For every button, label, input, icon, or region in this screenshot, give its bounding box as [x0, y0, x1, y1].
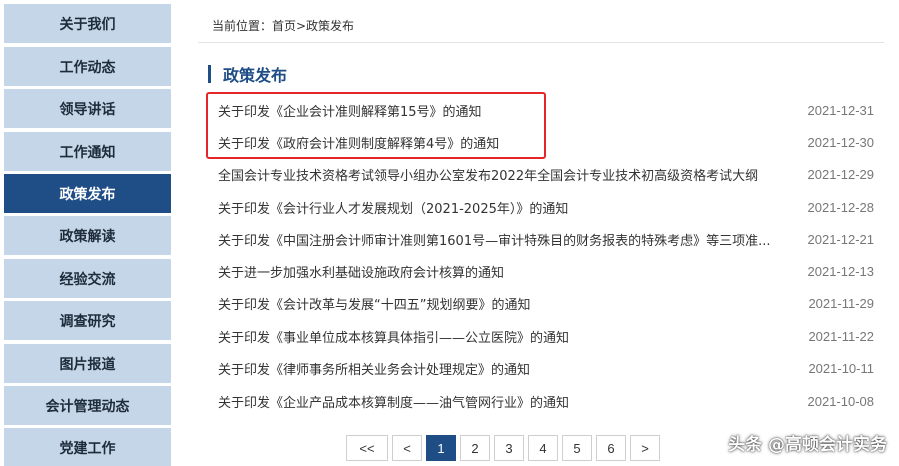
news-date: 2021-12-30: [807, 134, 875, 150]
news-title[interactable]: 关于印发《事业单位成本核算具体指引——公立医院》的通知: [218, 327, 788, 346]
news-title[interactable]: 关于印发《会计改革与发展“十四五”规划纲要》的通知: [218, 294, 788, 313]
page-button-2[interactable]: 2: [460, 435, 490, 461]
page-button-1[interactable]: 1: [426, 435, 456, 461]
list-item[interactable]: 关于印发《律师事务所相关业务会计处理规定》的通知 2021-10-11: [198, 352, 884, 384]
news-title[interactable]: 关于印发《企业产品成本核算制度——油气管网行业》的通知: [218, 392, 788, 411]
breadcrumb-divider: [198, 42, 884, 43]
news-date: 2021-12-31: [807, 102, 875, 118]
list-item[interactable]: 关于印发《会计行业人才发展规划（2021-2025年）》的通知 2021-12-…: [198, 191, 884, 223]
main-content: 当前位置：首页>政策发布 政策发布 关于印发《企业会计准则解释第15号》的通知 …: [198, 0, 888, 466]
news-date: 2021-12-28: [807, 199, 875, 215]
sidebar-item-party-building[interactable]: 党建工作: [4, 428, 171, 466]
sidebar-nav: 关于我们 工作动态 领导讲话 工作通知 政策发布 政策解读 经验交流 调查研究 …: [0, 0, 180, 466]
sidebar-item-experience[interactable]: 经验交流: [4, 259, 171, 298]
page-first-button[interactable]: <<: [346, 435, 388, 461]
sidebar-item-research[interactable]: 调查研究: [4, 301, 171, 340]
news-title[interactable]: 关于印发《企业会计准则解释第15号》的通知: [218, 101, 788, 120]
news-title[interactable]: 关于进一步加强水利基础设施政府会计核算的通知: [218, 262, 788, 281]
list-item[interactable]: 全国会计专业技术资格考试领导小组办公室发布2022年全国会计专业技术初高级资格考…: [198, 158, 884, 190]
list-item[interactable]: 关于印发《企业会计准则解释第15号》的通知 2021-12-31: [198, 94, 884, 126]
page-button-3[interactable]: 3: [494, 435, 524, 461]
list-item[interactable]: 关于印发《中国注册会计师审计准则第1601号—审计特殊目的财务报表的特殊考虑》等…: [198, 223, 884, 255]
list-item[interactable]: 关于进一步加强水利基础设施政府会计核算的通知 2021-12-13: [198, 255, 884, 287]
section-header: 政策发布: [208, 62, 287, 86]
title-accent-bar: [208, 65, 211, 83]
sidebar-item-about-us[interactable]: 关于我们: [4, 4, 171, 43]
news-date: 2021-12-21: [807, 231, 875, 247]
sidebar-item-accounting-mgmt[interactable]: 会计管理动态: [4, 386, 171, 425]
page-button-5[interactable]: 5: [562, 435, 592, 461]
page-next-button[interactable]: >: [630, 435, 660, 461]
watermark: 头条 @高顿会计实务: [728, 435, 887, 455]
list-item[interactable]: 关于印发《会计改革与发展“十四五”规划纲要》的通知 2021-11-29: [198, 287, 884, 319]
news-date: 2021-12-13: [807, 263, 875, 279]
pagination: << < 1 2 3 4 5 6 >: [346, 435, 660, 461]
sidebar-item-leader-speech[interactable]: 领导讲话: [4, 89, 171, 128]
sidebar-item-photo-report[interactable]: 图片报道: [4, 344, 171, 383]
sidebar-item-work-news[interactable]: 工作动态: [4, 47, 171, 86]
page-button-4[interactable]: 4: [528, 435, 558, 461]
news-title[interactable]: 全国会计专业技术资格考试领导小组办公室发布2022年全国会计专业技术初高级资格考…: [218, 165, 788, 184]
sidebar-item-policy-interpretation[interactable]: 政策解读: [4, 216, 171, 255]
sidebar-item-work-notice[interactable]: 工作通知: [4, 132, 171, 171]
news-title[interactable]: 关于印发《中国注册会计师审计准则第1601号—审计特殊目的财务报表的特殊考虑》等…: [218, 230, 788, 249]
breadcrumb: 当前位置：首页>政策发布: [212, 19, 355, 33]
news-date: 2021-11-29: [808, 295, 874, 311]
page-button-6[interactable]: 6: [596, 435, 626, 461]
sidebar-item-policy-release[interactable]: 政策发布: [4, 174, 171, 213]
news-date: 2021-10-11: [808, 360, 874, 376]
list-item[interactable]: 关于印发《企业产品成本核算制度——油气管网行业》的通知 2021-10-08: [198, 385, 884, 417]
news-date: 2021-11-22: [808, 328, 874, 344]
list-item[interactable]: 关于印发《事业单位成本核算具体指引——公立医院》的通知 2021-11-22: [198, 320, 884, 352]
news-title[interactable]: 关于印发《律师事务所相关业务会计处理规定》的通知: [218, 359, 788, 378]
list-item[interactable]: 关于印发《政府会计准则制度解释第4号》的通知 2021-12-30: [198, 126, 884, 158]
page-prev-button[interactable]: <: [392, 435, 422, 461]
page-title: 政策发布: [223, 66, 288, 85]
news-date: 2021-10-08: [807, 393, 875, 409]
news-title[interactable]: 关于印发《会计行业人才发展规划（2021-2025年）》的通知: [218, 198, 788, 217]
news-title[interactable]: 关于印发《政府会计准则制度解释第4号》的通知: [218, 133, 788, 152]
news-date: 2021-12-29: [807, 166, 875, 182]
